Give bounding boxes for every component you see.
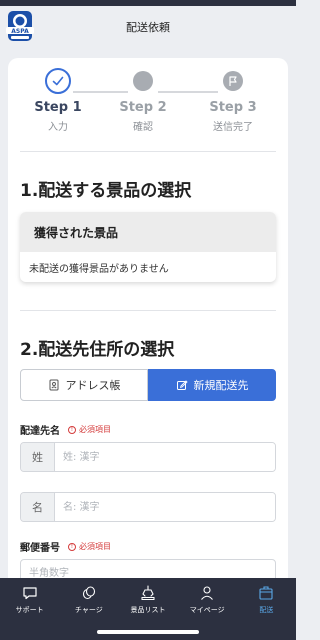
first-name-group: 名 [20,492,276,522]
required-text: 必須項目 [79,425,111,434]
coins-icon [82,586,95,600]
user-icon [201,586,214,600]
app-logo[interactable]: ASPA [5,9,35,45]
nav-support-label: サポート [15,606,44,614]
step-2-sub: 確認 [133,122,153,133]
prize-empty-text: 未配送の獲得景品がありません [29,264,169,275]
chat-icon [22,587,37,600]
nav-support[interactable]: サポート [0,578,59,640]
required-text: 必須項目 [79,542,111,551]
tab-address-book-label: アドレス帳 [65,379,121,392]
step-2-dot [133,71,153,91]
step-3-sub: 送信完了 [213,122,253,133]
divider [20,310,276,311]
last-name-addon: 姓 [21,443,55,471]
prize-box: 獲得された景品 未配送の獲得景品がありません [20,212,276,282]
address-tabs: アドレス帳 新規配送先 [20,369,276,401]
section1-title: 1.配送する景品の選択 [20,181,192,201]
alert-icon: ! [68,425,76,434]
nav-charge-label: チャージ [74,606,103,614]
nav-mypage-label: マイページ [189,606,225,614]
box-icon [259,586,273,600]
main-card: Step 1 入力 Step 2 確認 Step 3 送信完了 1.配送する景品… [8,58,288,590]
logo-text: ASPA [11,28,29,35]
first-name-input[interactable] [55,493,275,521]
step-2: Step 2 確認 [98,68,188,133]
step-3: Step 3 送信完了 [188,68,278,133]
app-header: ASPA 配送依頼 [0,6,296,48]
step-1-sub: 入力 [48,122,68,133]
address-book-icon [49,379,58,391]
step-1-label: Step 1 [34,100,82,115]
home-indicator [97,630,199,634]
tab-new-address-label: 新規配送先 [193,379,249,392]
check-icon [45,68,71,94]
prize-box-title: 獲得された景品 [20,212,276,252]
alert-icon: ! [68,542,76,551]
step-3-label: Step 3 [209,100,257,115]
nav-delivery[interactable]: 配送 [237,578,296,640]
recipient-label-row: 配達先名 ! 必須項目 [20,422,111,437]
tab-new-address[interactable]: 新規配送先 [148,369,276,401]
last-name-group: 姓 [20,442,276,472]
step-1: Step 1 入力 [13,68,103,133]
required-indicator: ! 必須項目 [68,541,111,552]
divider [20,151,276,152]
section2-title: 2.配送先住所の選択 [20,340,175,360]
first-name-addon: 名 [21,493,55,521]
edit-icon [176,380,188,390]
postal-label: 郵便番号 [20,543,60,554]
nav-delivery-label: 配送 [259,606,274,614]
recipient-label: 配達先名 [20,426,60,437]
postal-label-row: 郵便番号 ! 必須項目 [20,539,111,554]
nav-prize-list-label: 景品リスト [130,606,166,614]
step-2-label: Step 2 [119,100,167,115]
required-indicator: ! 必須項目 [68,424,111,435]
claw-machine-icon [141,585,155,600]
last-name-input[interactable] [55,443,275,471]
flag-icon [223,71,243,91]
tab-address-book[interactable]: アドレス帳 [20,369,148,401]
page-title: 配送依頼 [126,21,170,34]
stepper: Step 1 入力 Step 2 確認 Step 3 送信完了 [8,68,288,148]
